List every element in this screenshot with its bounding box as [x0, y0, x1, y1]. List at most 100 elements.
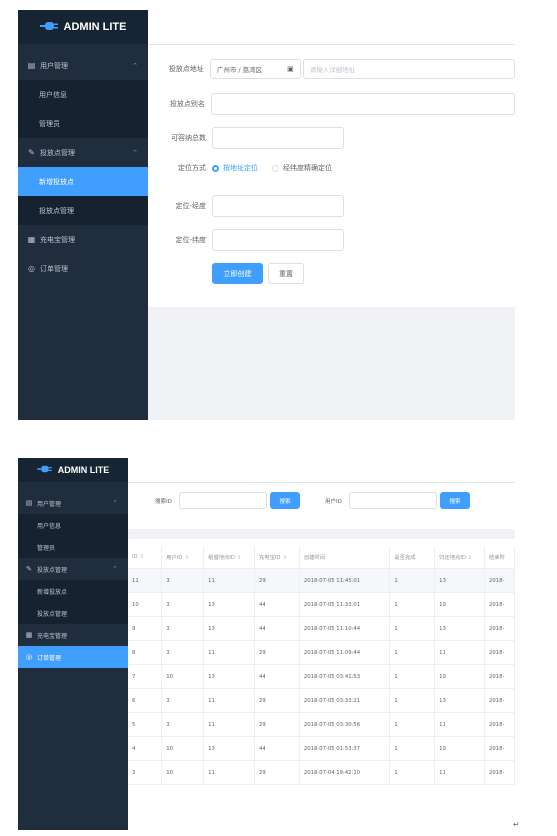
header-label: 租借地点ID — [208, 555, 235, 561]
menu-add-point[interactable]: 新增投放点 — [18, 167, 148, 196]
menu-user-info[interactable]: 用户信息 — [18, 80, 148, 109]
menu-admins[interactable]: 管理员 — [18, 109, 148, 138]
menu-label: 投放点管理 — [39, 206, 74, 215]
table-cell: 2018- — [484, 592, 515, 617]
table-row[interactable]: 8 3 11 29 2018-07-05 11:09:44 1 11 2018- — [128, 640, 515, 665]
table-cell: 2018-07-05 01:53:37 — [299, 736, 391, 761]
grid-icon: ▦ — [27, 235, 36, 244]
table-cell: 44 — [254, 736, 300, 761]
menu-point-management[interactable]: ✎ 投放点管理 ⌃ — [18, 138, 148, 167]
table-cell: 44 — [254, 592, 300, 617]
table-cell: 10 — [434, 664, 486, 689]
menu-label: 充电宝管理 — [37, 632, 68, 640]
latitude-input[interactable] — [212, 229, 344, 251]
header-label: 结束时 — [489, 555, 505, 561]
search-button-2[interactable]: 搜索 — [440, 492, 470, 509]
header-return-point-id[interactable]: 归还地点ID ⇕ — [434, 546, 486, 569]
menu-user-management[interactable]: ▤ 用户管理 ⌃ — [18, 492, 128, 514]
table-row[interactable]: 9 3 13 44 2018-07-05 11:10:44 1 13 2018- — [128, 616, 515, 641]
table-cell: 8 — [128, 640, 163, 665]
table-cell: 2018- — [484, 616, 515, 641]
menu-powerbank-management[interactable]: ▦ 充电宝管理 — [18, 624, 128, 646]
menu-order-management[interactable]: ◎ 订单管理 — [18, 254, 148, 283]
table-cell: 11 — [203, 712, 255, 737]
header-id[interactable]: ID ⇕ — [128, 546, 163, 569]
menu-add-point[interactable]: 新增投放点 — [18, 580, 128, 602]
menu-label: 充电宝管理 — [40, 235, 75, 244]
table-cell: 10 — [128, 592, 163, 617]
logo[interactable]: ADMIN LITE — [18, 10, 148, 44]
logo[interactable]: ADMIN LITE — [18, 458, 128, 482]
capacity-input[interactable] — [212, 127, 344, 149]
table-cell: 11 — [434, 712, 486, 737]
latitude-label: 定位-纬度 — [175, 236, 206, 244]
check-circle-icon: ◎ — [28, 264, 35, 273]
table-cell: 3 — [161, 568, 205, 593]
paragraph-mark: ↵ — [513, 820, 520, 829]
table-cell: 29 — [254, 688, 300, 713]
table-header-row: ID ⇕ 用户ID ⇕ 租借地点ID ⇕ 充电宝ID ⇕ 创建时间 是否完成 归还地点I… — [128, 546, 515, 569]
table-cell: 4 — [128, 736, 163, 761]
header-created-time[interactable]: 创建时间 — [299, 546, 391, 569]
table-row[interactable]: 4 10 13 44 2018-07-05 01:53:37 1 10 2018- — [128, 736, 515, 761]
table-row[interactable]: 7 10 13 44 2018-07-05 03:41:53 1 10 2018- — [128, 664, 515, 689]
header-completed[interactable]: 是否完成 — [389, 546, 436, 569]
table-cell: 13 — [203, 592, 255, 617]
table-row[interactable]: 3 10 11 29 2018-07-04 19:42:10 1 11 2018- — [128, 760, 515, 785]
top-bar — [148, 10, 515, 45]
menu-label: 订单管理 — [37, 654, 62, 662]
table-cell: 3 — [161, 592, 205, 617]
header-user-id[interactable]: 用户ID ⇕ — [161, 546, 205, 569]
table-cell: 1 — [389, 616, 436, 641]
menu-point-list[interactable]: 投放点管理 — [18, 196, 148, 225]
menu-order-management[interactable]: ◎ 订单管理 — [18, 646, 128, 668]
address-input[interactable]: 请输入详细地址 — [302, 59, 515, 79]
radio-by-coords[interactable]: 经纬度精确定位 — [272, 163, 332, 173]
logo-text: ADMIN LITE — [57, 465, 110, 475]
menu-point-list[interactable]: 投放点管理 — [18, 602, 128, 624]
menu-label: 管理员 — [39, 119, 60, 128]
search-bar: 搜索ID 搜索 用户ID 搜索 — [128, 483, 515, 529]
search-id-label: 搜索ID — [155, 499, 172, 505]
table-row[interactable]: 5 3 11 29 2018-07-05 03:30:56 1 11 2018- — [128, 712, 515, 737]
menu-user-management[interactable]: ▤ 用户管理 ⌃ — [18, 51, 148, 80]
header-rent-point-id[interactable]: 租借地点ID ⇕ — [203, 546, 255, 569]
table-cell: 11 — [203, 640, 255, 665]
address-row: 投放点地址 广州市 / 荔湾区 ▣ 请输入详细地址 — [148, 59, 515, 79]
table-cell: 2018-07-04 19:42:10 — [299, 760, 391, 785]
section-divider — [128, 529, 515, 539]
longitude-input[interactable] — [212, 195, 344, 217]
table-cell: 29 — [254, 712, 300, 737]
orders-table: ID ⇕ 用户ID ⇕ 租借地点ID ⇕ 充电宝ID ⇕ 创建时间 是否完成 归还地点I… — [128, 546, 515, 785]
header-end-time[interactable]: 结束时 — [484, 546, 515, 569]
table-cell: 2018- — [484, 688, 515, 713]
region-select[interactable]: 广州市 / 荔湾区 ▣ — [209, 59, 301, 79]
menu-powerbank-management[interactable]: ▦ 充电宝管理 — [18, 225, 148, 254]
table-cell: 6 — [128, 688, 163, 713]
menu-admins[interactable]: 管理员 — [18, 536, 128, 558]
radio-by-address[interactable]: 按地址定位 — [212, 163, 258, 173]
table-row[interactable]: 6 3 11 29 2018-07-05 03:33:21 1 13 2018- — [128, 688, 515, 713]
latitude-row: 定位-纬度 — [148, 229, 515, 251]
menu-point-management[interactable]: ✎ 投放点管理 ⌃ — [18, 558, 128, 580]
table-cell: 11 — [128, 568, 163, 593]
user-id-input[interactable] — [349, 492, 437, 509]
table-cell: 10 — [434, 592, 486, 617]
reset-button[interactable]: 重置 — [268, 263, 304, 284]
sort-icon: ⇕ — [236, 555, 242, 561]
table-row[interactable]: 11 3 11 29 2018-07-05 11:45:01 1 13 2018- — [128, 568, 515, 593]
table-cell: 44 — [254, 616, 300, 641]
table-row[interactable]: 10 3 13 44 2018-07-05 11:33:01 1 10 2018- — [128, 592, 515, 617]
alias-input[interactable] — [210, 93, 515, 115]
chevron-up-icon: ⌃ — [112, 499, 118, 507]
table-cell: 1 — [389, 664, 436, 689]
table-cell: 2018- — [484, 712, 515, 737]
header-label: 充电宝ID — [258, 555, 281, 561]
menu-user-info[interactable]: 用户信息 — [18, 514, 128, 536]
search-button[interactable]: 搜索 — [270, 492, 300, 509]
search-id-input[interactable] — [179, 492, 267, 509]
header-powerbank-id[interactable]: 充电宝ID ⇕ — [254, 546, 300, 569]
calendar-icon: ▣ — [287, 65, 294, 73]
create-button[interactable]: 立即创建 — [212, 263, 263, 284]
table-cell: 1 — [389, 712, 436, 737]
